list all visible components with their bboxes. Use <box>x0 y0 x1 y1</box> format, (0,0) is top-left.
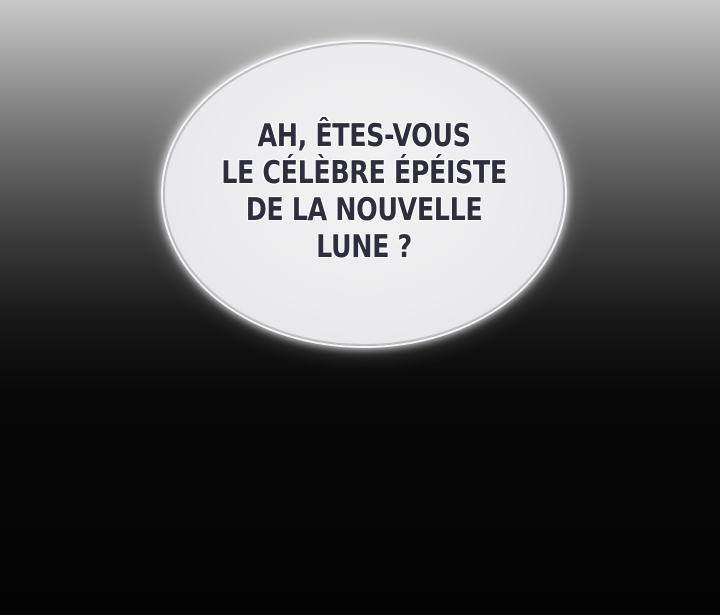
speech-bubble-text: AH, ÊTES-VOUS LE CÉLÈBRE ÉPÉISTE DE LA N… <box>201 118 527 266</box>
speech-line-1: AH, ÊTES-VOUS <box>257 118 471 154</box>
speech-line-3: DE LA NOUVELLE <box>245 192 483 228</box>
speech-bubble: AH, ÊTES-VOUS LE CÉLÈBRE ÉPÉISTE DE LA N… <box>163 42 565 346</box>
speech-line-4: LUNE ? <box>316 229 412 265</box>
speech-line-2: LE CÉLÈBRE ÉPÉISTE <box>221 155 507 191</box>
comic-panel: AH, ÊTES-VOUS LE CÉLÈBRE ÉPÉISTE DE LA N… <box>0 0 720 615</box>
